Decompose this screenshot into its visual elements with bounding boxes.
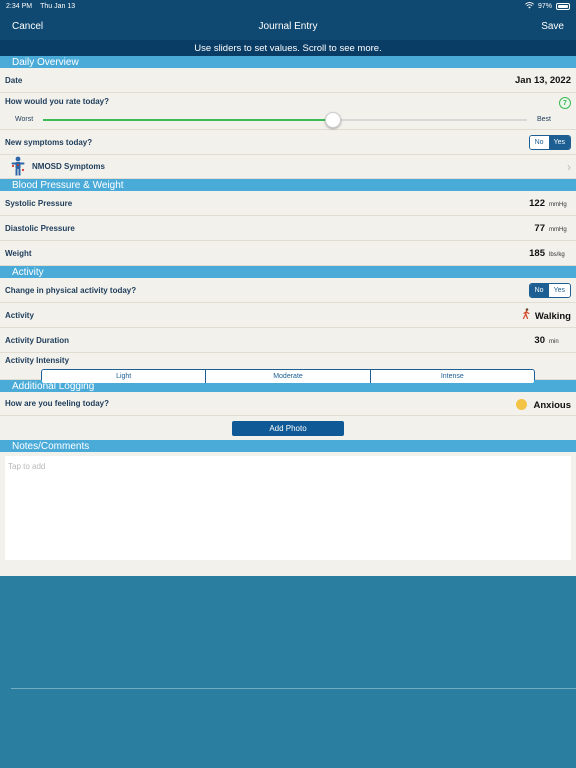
nmosd-label: NMOSD Symptoms	[32, 162, 105, 171]
symptoms-yes-option[interactable]: Yes	[548, 135, 570, 149]
duration-value-group[interactable]: 30 min	[534, 335, 571, 346]
date-label: Date	[5, 75, 23, 85]
feeling-value-group[interactable]: Anxious	[515, 397, 571, 411]
slider-fill	[43, 118, 334, 121]
section-daily-overview: Daily Overview	[0, 56, 576, 68]
battery-percent: 97%	[537, 2, 552, 10]
save-button[interactable]: Save	[541, 21, 564, 32]
weight-value-group[interactable]: 185 lbs/kg	[529, 248, 571, 259]
systolic-label: Systolic Pressure	[5, 198, 73, 208]
duration-unit: min	[549, 338, 559, 345]
symptoms-toggle[interactable]: No Yes	[528, 134, 571, 150]
status-time: 2:34 PM	[6, 2, 33, 10]
cancel-button[interactable]: Cancel	[12, 21, 43, 32]
activity-no-option[interactable]: No	[529, 283, 549, 297]
slider-thumb[interactable]	[325, 111, 342, 128]
battery-icon	[556, 2, 570, 10]
systolic-value: 122	[529, 197, 545, 209]
diastolic-unit: mmHg	[549, 226, 567, 233]
section-blood-pressure: Blood Pressure & Weight	[0, 179, 576, 191]
date-value[interactable]: Jan 13, 2022	[515, 75, 571, 86]
activity-yes-option[interactable]: Yes	[548, 283, 570, 297]
activity-change-toggle[interactable]: No Yes	[528, 282, 571, 298]
feeling-question: How are you feeling today?	[5, 399, 110, 408]
wifi-icon	[525, 1, 534, 11]
systolic-unit: mmHg	[549, 201, 567, 208]
activity-change-question: Change in physical activity today?	[5, 285, 137, 295]
symptoms-question: New symptoms today?	[5, 137, 93, 147]
rating-row: How would you rate today? 7 Worst Best	[0, 93, 576, 130]
walking-icon	[522, 308, 531, 322]
symptoms-no-option[interactable]: No	[529, 135, 549, 149]
chevron-right-icon: ›	[567, 159, 571, 174]
nav-bar: Cancel Journal Entry Save	[0, 12, 576, 40]
status-bar: 2:34 PM Thu Jan 13 97%	[0, 0, 576, 12]
feeling-value: Anxious	[533, 399, 571, 411]
intensity-label: Activity Intensity	[5, 356, 70, 365]
duration-label: Activity Duration	[5, 335, 70, 345]
weight-unit: lbs/kg	[549, 251, 565, 258]
notes-field[interactable]: Tap to add	[5, 456, 571, 560]
intensity-intense[interactable]: Intense	[370, 370, 534, 383]
divider	[11, 688, 576, 689]
symptoms-row: New symptoms today? No Yes	[0, 130, 576, 155]
systolic-value-group[interactable]: 122 mmHg	[529, 198, 571, 209]
intensity-selector[interactable]: Light Moderate Intense	[41, 369, 535, 384]
diastolic-value-group[interactable]: 77 mmHg	[534, 223, 571, 234]
nmosd-symptoms-item[interactable]: NMOSD Symptoms ›	[0, 155, 576, 179]
diastolic-row[interactable]: Diastolic Pressure 77 mmHg	[0, 216, 576, 241]
date-row[interactable]: Date Jan 13, 2022	[0, 68, 576, 93]
systolic-row[interactable]: Systolic Pressure 122 mmHg	[0, 191, 576, 216]
slider-max-label: Best	[536, 116, 551, 123]
section-activity: Activity	[0, 266, 576, 278]
journal-form[interactable]: Daily Overview Date Jan 13, 2022 How wou…	[0, 56, 576, 576]
photo-row: Add Photo	[0, 416, 576, 440]
notes-placeholder: Tap to add	[8, 462, 46, 471]
add-photo-button[interactable]: Add Photo	[232, 420, 344, 436]
status-date: Thu Jan 13	[40, 2, 76, 10]
battery-fill	[558, 4, 568, 8]
section-notes: Notes/Comments	[0, 440, 576, 452]
rating-slider[interactable]: Worst Best	[5, 111, 571, 128]
activity-change-row: Change in physical activity today? No Ye…	[0, 278, 576, 303]
weight-row[interactable]: Weight 185 lbs/kg	[0, 241, 576, 266]
duration-row[interactable]: Activity Duration 30 min	[0, 328, 576, 353]
slider-track[interactable]	[43, 111, 527, 128]
activity-row[interactable]: Activity Walking	[0, 303, 576, 328]
diastolic-label: Diastolic Pressure	[5, 223, 75, 233]
slider-min-label: Worst	[15, 116, 34, 123]
anxious-face-icon	[515, 398, 527, 410]
rating-question: How would you rate today?	[5, 97, 110, 106]
weight-label: Weight	[5, 248, 32, 258]
diastolic-value: 77	[534, 222, 545, 234]
feeling-row[interactable]: How are you feeling today? Anxious	[0, 392, 576, 416]
body-figure-icon	[10, 156, 26, 178]
hint-banner: Use sliders to set values. Scroll to see…	[0, 40, 576, 56]
intensity-row: Activity Intensity Light Moderate Intens…	[0, 353, 576, 384]
rating-badge: 7	[559, 97, 571, 109]
activity-value: Walking	[534, 311, 571, 322]
weight-value: 185	[529, 247, 545, 259]
activity-label: Activity	[5, 310, 34, 320]
intensity-moderate[interactable]: Moderate	[206, 370, 371, 383]
page-title: Journal Entry	[258, 20, 318, 32]
duration-value: 30	[534, 334, 545, 346]
activity-value-group[interactable]: Walking	[522, 308, 571, 322]
